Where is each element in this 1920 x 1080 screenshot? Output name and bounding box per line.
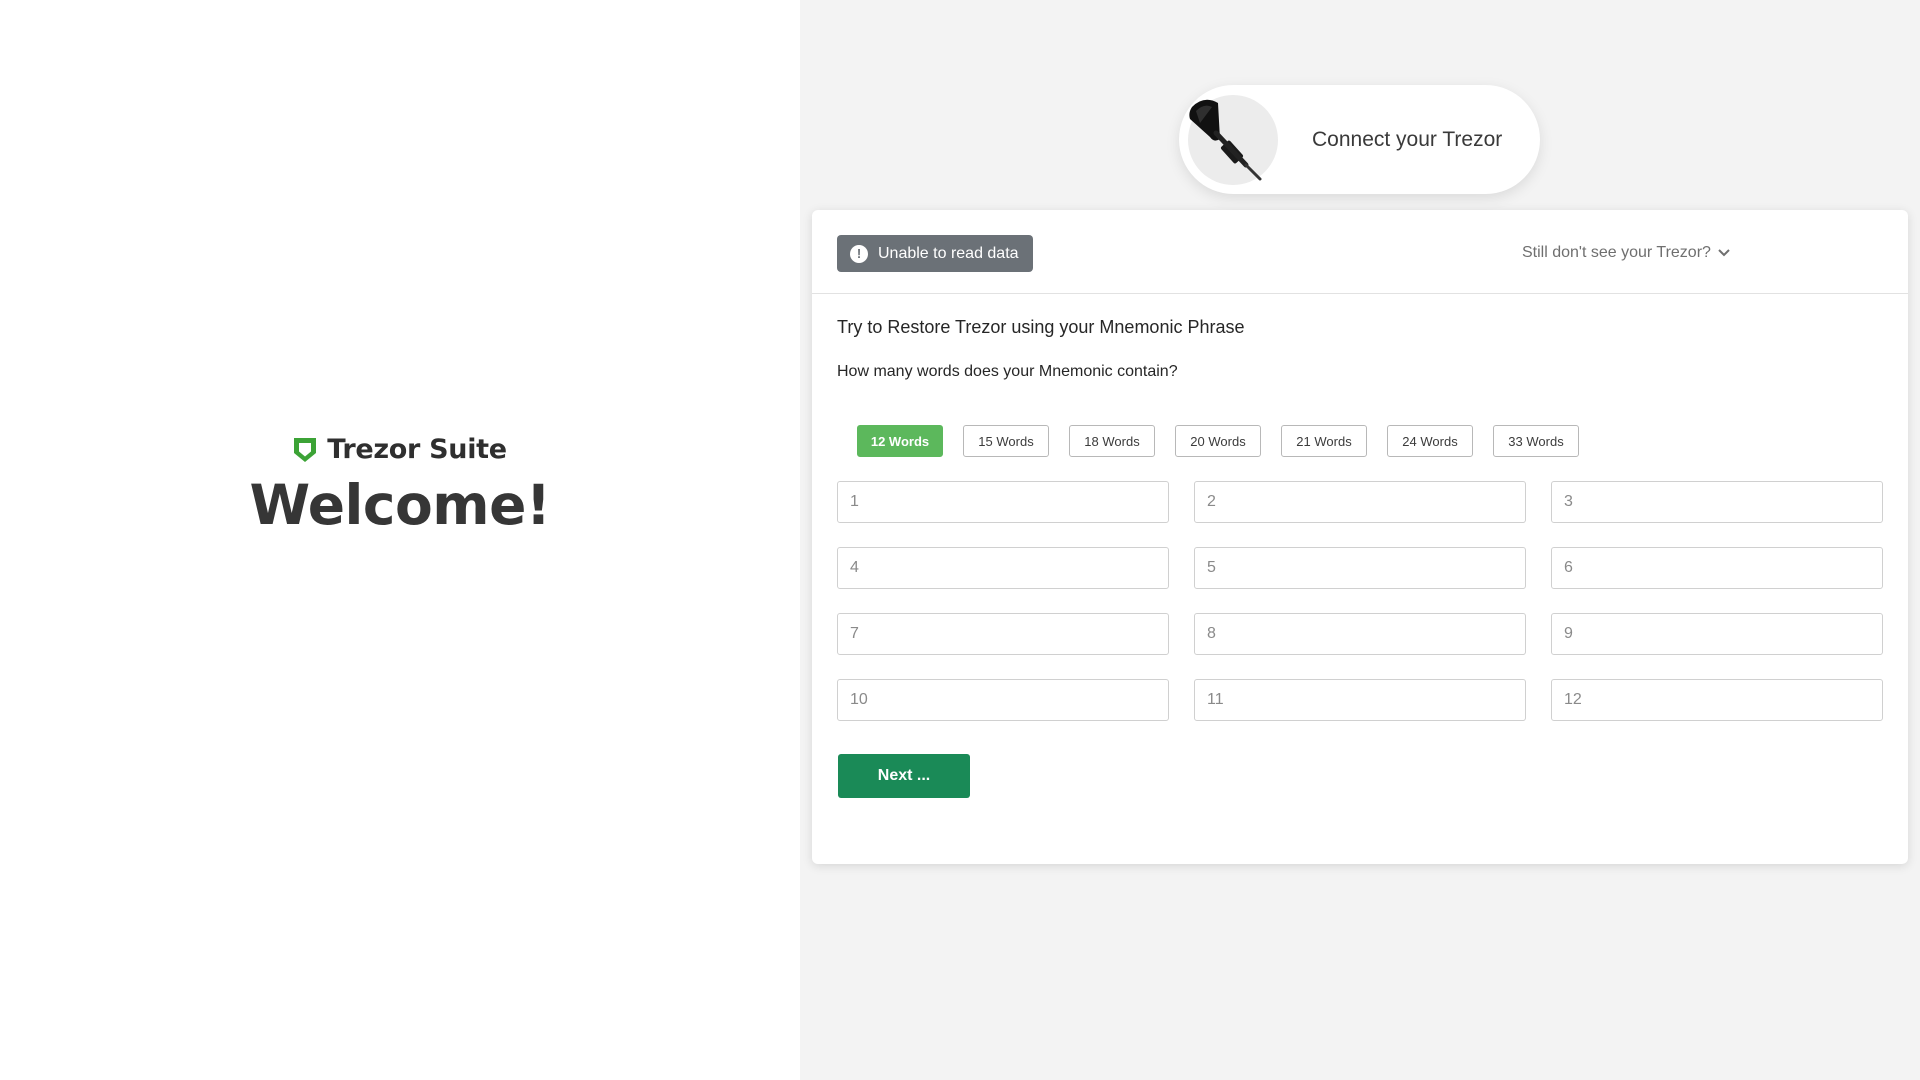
word-count-question: How many words does your Mnemonic contai… — [837, 363, 1178, 380]
mnemonic-word-input-5[interactable] — [1194, 547, 1526, 589]
mnemonic-word-input-9[interactable] — [1551, 613, 1883, 655]
mnemonic-word-input-7[interactable] — [837, 613, 1169, 655]
brand-block: Trezor Suite Welcome! — [0, 434, 800, 537]
exclamation-circle-icon: ! — [850, 244, 868, 263]
error-badge: ! Unable to read data — [837, 235, 1033, 272]
usb-cable-icon — [1188, 94, 1278, 185]
device-panel: Connect your Trezor ! Unable to read dat… — [800, 0, 1920, 1080]
option-21-words[interactable]: 21 Words — [1281, 425, 1367, 457]
brand-name: Trezor Suite — [327, 434, 507, 465]
mnemonic-word-input-12[interactable] — [1551, 679, 1883, 721]
restore-card: ! Unable to read data Still don't see yo… — [812, 210, 1908, 864]
chevron-down-icon — [1718, 249, 1730, 257]
welcome-panel: Trezor Suite Welcome! — [0, 0, 800, 1080]
still-dont-see-label: Still don't see your Trezor? — [1522, 244, 1711, 261]
welcome-heading: Welcome! — [249, 473, 551, 537]
mnemonic-word-input-4[interactable] — [837, 547, 1169, 589]
next-button[interactable]: Next ... — [838, 754, 970, 798]
connect-label: Connect your Trezor — [1312, 127, 1503, 151]
option-33-words[interactable]: 33 Words — [1493, 425, 1579, 457]
error-badge-label: Unable to read data — [878, 244, 1019, 262]
option-20-words[interactable]: 20 Words — [1175, 425, 1261, 457]
card-header: ! Unable to read data Still don't see yo… — [812, 210, 1908, 294]
mnemonic-word-input-1[interactable] — [837, 481, 1169, 523]
app-root: Trezor Suite Welcome! Connect your Trezo… — [0, 0, 1920, 1080]
option-12-words[interactable]: 12 Words — [857, 425, 943, 457]
mnemonic-word-input-11[interactable] — [1194, 679, 1526, 721]
option-18-words[interactable]: 18 Words — [1069, 425, 1155, 457]
trezor-shield-logo — [294, 437, 317, 462]
brand-row: Trezor Suite — [293, 434, 507, 465]
connect-device-pill: Connect your Trezor — [1179, 85, 1540, 194]
mnemonic-word-input-2[interactable] — [1194, 481, 1526, 523]
mnemonic-word-input-3[interactable] — [1551, 481, 1883, 523]
still-dont-see-link[interactable]: Still don't see your Trezor? — [1522, 244, 1731, 262]
mnemonic-word-input-8[interactable] — [1194, 613, 1526, 655]
mnemonic-word-input-10[interactable] — [837, 679, 1169, 721]
restore-title: Try to Restore Trezor using your Mnemoni… — [837, 317, 1245, 337]
option-24-words[interactable]: 24 Words — [1387, 425, 1473, 457]
mnemonic-word-grid — [837, 481, 1883, 721]
word-count-options: 12 Words 15 Words 18 Words 20 Words 21 W… — [857, 425, 1579, 457]
option-15-words[interactable]: 15 Words — [963, 425, 1049, 457]
mnemonic-word-input-6[interactable] — [1551, 547, 1883, 589]
